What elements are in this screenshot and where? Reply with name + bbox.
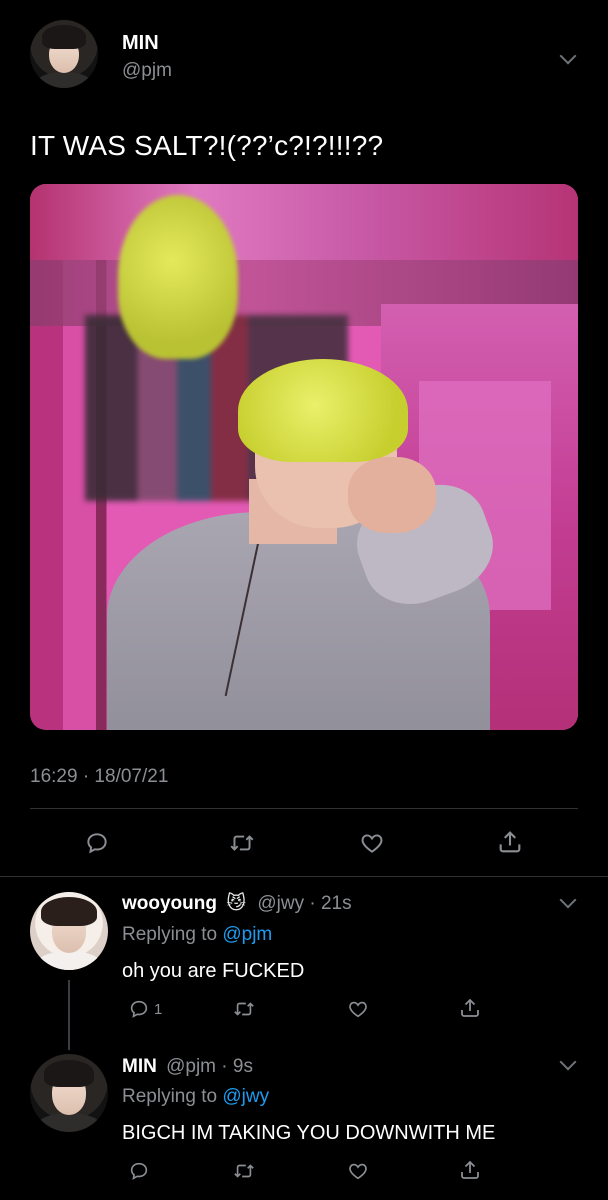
reply-header: wooyoung 😼 @jwy · 21s bbox=[122, 892, 352, 915]
chevron-down-icon[interactable] bbox=[559, 47, 577, 65]
reply-time: · 21s bbox=[309, 893, 352, 914]
share-button[interactable] bbox=[496, 828, 524, 856]
author-name[interactable]: MIN bbox=[122, 1056, 157, 1077]
thread-connector bbox=[68, 980, 70, 1050]
share-icon bbox=[461, 998, 479, 1017]
retweet-button[interactable] bbox=[228, 830, 256, 856]
tweet-timestamp[interactable]: 16:29 · 18/07/21 bbox=[30, 766, 168, 788]
reply-button[interactable]: 1 bbox=[128, 998, 162, 1020]
divider bbox=[30, 808, 578, 809]
chevron-down-icon[interactable] bbox=[559, 1053, 577, 1071]
retweet-icon bbox=[234, 1002, 254, 1016]
like-icon bbox=[361, 834, 383, 853]
chevron-down-icon[interactable] bbox=[559, 891, 577, 909]
like-button[interactable] bbox=[346, 1160, 370, 1182]
author-name[interactable]: wooyoung bbox=[122, 893, 217, 914]
author-name[interactable]: MIN bbox=[122, 32, 159, 55]
replying-to: Replying to @jwy bbox=[122, 1086, 269, 1108]
reply-text: oh you are FUCKED bbox=[122, 960, 305, 982]
reply-button[interactable] bbox=[128, 1160, 150, 1182]
like-button[interactable] bbox=[358, 830, 386, 856]
share-icon bbox=[461, 1160, 479, 1179]
author-handle[interactable]: @pjm bbox=[122, 60, 172, 82]
replying-to: Replying to @pjm bbox=[122, 924, 272, 946]
reply-text: BIGCH IM TAKING YOU DOWNWITH ME bbox=[122, 1122, 496, 1144]
tweet-thread: MIN @pjm IT WAS SALT?!(??’c?!?!!!?? 16:2… bbox=[0, 0, 608, 1200]
reply-icon bbox=[130, 1000, 148, 1018]
share-icon bbox=[499, 831, 521, 853]
avatar-min[interactable] bbox=[30, 1054, 108, 1132]
retweet-icon bbox=[234, 1164, 254, 1178]
reply-time: · 9s bbox=[221, 1056, 253, 1077]
avatar-wooyoung[interactable] bbox=[30, 892, 108, 970]
tweet-media-image[interactable] bbox=[30, 184, 578, 730]
reply-header: MIN @pjm · 9s bbox=[122, 1056, 253, 1078]
like-icon bbox=[349, 1001, 367, 1018]
like-button[interactable] bbox=[346, 998, 370, 1020]
retweet-button[interactable] bbox=[232, 998, 256, 1020]
reply-count: 1 bbox=[154, 1000, 163, 1018]
share-button[interactable] bbox=[458, 1158, 482, 1182]
reply-icon bbox=[130, 1162, 148, 1180]
author-handle[interactable]: @pjm bbox=[166, 1056, 216, 1077]
share-button[interactable] bbox=[458, 996, 482, 1020]
reply-button[interactable] bbox=[84, 830, 110, 856]
reply-icon bbox=[87, 833, 107, 854]
replying-to-label: Replying to bbox=[122, 1086, 218, 1107]
replying-to-handle[interactable]: @pjm bbox=[222, 924, 272, 945]
avatar-min[interactable] bbox=[30, 20, 98, 88]
author-handle[interactable]: @jwy bbox=[257, 893, 304, 914]
author-emoji: 😼 bbox=[226, 893, 247, 914]
replying-to-label: Replying to bbox=[122, 924, 218, 945]
tweet-text: IT WAS SALT?!(??’c?!?!!!?? bbox=[30, 130, 384, 161]
retweet-button[interactable] bbox=[232, 1160, 256, 1182]
like-icon bbox=[349, 1163, 367, 1180]
replying-to-handle[interactable]: @jwy bbox=[222, 1086, 269, 1107]
retweet-icon bbox=[230, 835, 254, 851]
divider bbox=[0, 876, 608, 877]
